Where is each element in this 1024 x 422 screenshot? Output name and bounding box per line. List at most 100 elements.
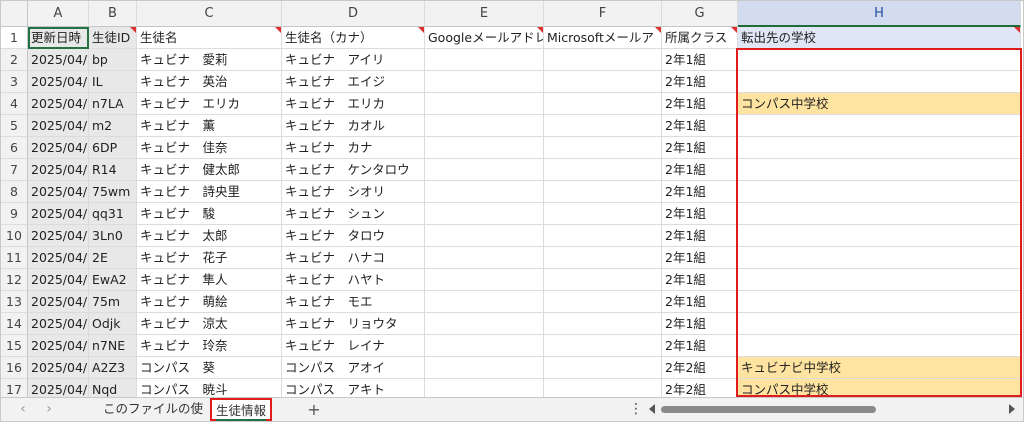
cell-d[interactable]: キュビナ カオル [282,115,425,137]
select-all-corner[interactable] [1,1,28,27]
cell-d[interactable]: キュビナ シオリ [282,181,425,203]
cell-f[interactable] [544,247,662,269]
header-cell-b[interactable]: 生徒ID [89,27,137,49]
cell-a[interactable]: 2025/04/: [28,137,89,159]
cell-a[interactable]: 2025/04/: [28,115,89,137]
cell-g[interactable]: 2年1組 [662,115,738,137]
cell-a[interactable]: 2025/04/( [28,357,89,379]
cell-e[interactable] [425,225,544,247]
cell-f[interactable] [544,357,662,379]
cell-d[interactable]: キュビナ エイジ [282,71,425,93]
header-cell-d[interactable]: 生徒名（カナ） [282,27,425,49]
cell-b[interactable]: bp [89,49,137,71]
cell-a[interactable]: 2025/04/( [28,291,89,313]
cell-c[interactable]: キュビナ 花子 [137,247,282,269]
row-number[interactable]: 14 [1,313,28,335]
cell-d[interactable]: キュビナ リョウタ [282,313,425,335]
cell-a[interactable]: 2025/04/( [28,313,89,335]
cell-d[interactable]: キュビナ タロウ [282,225,425,247]
header-cell-e[interactable]: Googleメールアドレ [425,27,544,49]
row-number[interactable]: 2 [1,49,28,71]
cell-f[interactable] [544,115,662,137]
column-header-f[interactable]: F [544,1,662,27]
column-header-a[interactable]: A [28,1,89,27]
cell-e[interactable] [425,313,544,335]
cell-g[interactable]: 2年1組 [662,335,738,357]
cell-f[interactable] [544,313,662,335]
cell-e[interactable] [425,159,544,181]
cell-h[interactable] [738,335,1021,357]
cell-h[interactable] [738,225,1021,247]
cell-b[interactable]: qq31 [89,203,137,225]
row-number[interactable]: 3 [1,71,28,93]
cell-b[interactable]: n7NE [89,335,137,357]
row-number[interactable]: 1 [1,27,28,49]
cell-b[interactable]: Odjk [89,313,137,335]
tab-student-info[interactable]: 生徒情報 [210,398,272,421]
cell-e[interactable] [425,137,544,159]
column-header-c[interactable]: C [137,1,282,27]
cell-b[interactable]: IL [89,71,137,93]
cell-f[interactable] [544,137,662,159]
column-header-e[interactable]: E [425,1,544,27]
row-number[interactable]: 6 [1,137,28,159]
cell-g[interactable]: 2年1組 [662,269,738,291]
scroll-right-icon[interactable] [1009,404,1015,414]
cell-d[interactable]: キュビナ ケンタロウ [282,159,425,181]
cell-e[interactable] [425,269,544,291]
cell-d[interactable]: キュビナ ハナコ [282,247,425,269]
header-cell-g[interactable]: 所属クラス [662,27,738,49]
cell-d[interactable]: キュビナ シュン [282,203,425,225]
cell-h[interactable]: キュビナビ中学校 [738,357,1021,379]
cell-a[interactable]: 2025/04/( [28,269,89,291]
cell-c[interactable]: キュビナ 涼太 [137,313,282,335]
row-number[interactable]: 4 [1,93,28,115]
cell-c[interactable]: キュビナ 薫 [137,115,282,137]
scroll-left-icon[interactable] [649,404,655,414]
cell-a[interactable]: 2025/04/: [28,225,89,247]
cell-c[interactable]: キュビナ 玲奈 [137,335,282,357]
more-options-icon[interactable]: ⋮ [629,399,643,420]
tab-usage-guide[interactable]: このファイルの使い方 [97,398,209,421]
row-number[interactable]: 12 [1,269,28,291]
cell-f[interactable] [544,71,662,93]
cell-g[interactable]: 2年1組 [662,203,738,225]
cell-b[interactable]: EwA2 [89,269,137,291]
cell-g[interactable]: 2年1組 [662,159,738,181]
cell-c[interactable]: キュビナ 萌絵 [137,291,282,313]
cell-d[interactable]: キュビナ ハヤト [282,269,425,291]
cell-a[interactable]: 2025/04/: [28,71,89,93]
cell-c[interactable]: キュビナ 隼人 [137,269,282,291]
cell-h[interactable] [738,203,1021,225]
cell-e[interactable] [425,357,544,379]
cell-h[interactable] [738,291,1021,313]
cell-e[interactable] [425,115,544,137]
cell-g[interactable]: 2年1組 [662,291,738,313]
cell-g[interactable]: 2年1組 [662,181,738,203]
cell-c[interactable]: キュビナ エリカ [137,93,282,115]
cell-a[interactable]: 2025/04/( [28,335,89,357]
cell-h[interactable] [738,137,1021,159]
row-number[interactable]: 7 [1,159,28,181]
column-header-b[interactable]: B [89,1,137,27]
cell-e[interactable] [425,335,544,357]
cell-b[interactable]: R14 [89,159,137,181]
cell-h[interactable] [738,115,1021,137]
row-number[interactable]: 8 [1,181,28,203]
cell-b[interactable]: 6DP [89,137,137,159]
cell-g[interactable]: 2年1組 [662,71,738,93]
cell-g[interactable]: 2年1組 [662,247,738,269]
cell-c[interactable]: キュビナ 英治 [137,71,282,93]
cell-e[interactable] [425,247,544,269]
row-number[interactable]: 5 [1,115,28,137]
column-header-h[interactable]: H [738,1,1021,27]
header-cell-a[interactable]: 更新日時 [28,27,89,49]
cell-d[interactable]: キュビナ アイリ [282,49,425,71]
cell-f[interactable] [544,335,662,357]
header-cell-h[interactable]: 転出先の学校 [738,27,1021,49]
cell-f[interactable] [544,159,662,181]
cell-f[interactable] [544,291,662,313]
cell-g[interactable]: 2年1組 [662,49,738,71]
cell-e[interactable] [425,93,544,115]
cell-h[interactable] [738,49,1021,71]
